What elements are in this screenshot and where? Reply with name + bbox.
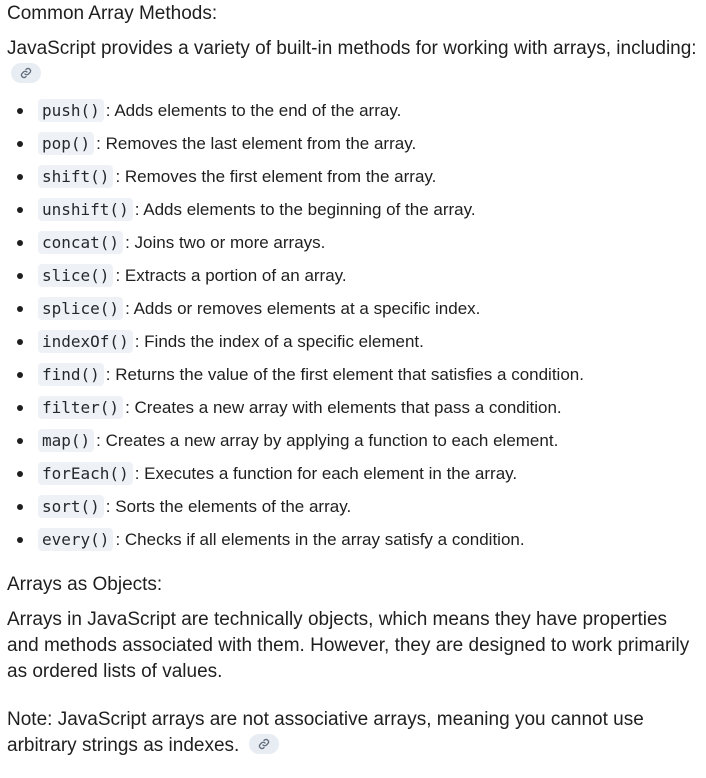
method-name: indexOf() (38, 330, 133, 353)
method-name: sort() (38, 495, 104, 518)
intro-text: JavaScript provides a variety of built-i… (7, 38, 697, 59)
method-separator: : (96, 134, 101, 153)
method-name: shift() (38, 165, 114, 188)
method-description: Adds elements to the end of the array. (114, 101, 402, 120)
section-heading-methods: Common Array Methods: (7, 3, 218, 24)
method-name: slice() (38, 264, 114, 287)
method-name: splice() (38, 297, 124, 320)
method-list-item: splice(): Adds or removes elements at a … (7, 292, 698, 325)
method-separator: : (115, 167, 121, 186)
method-description: Removes the first element from the array… (124, 167, 437, 186)
note-text: Note: JavaScript arrays are not associat… (7, 709, 644, 756)
method-list-item: filter(): Creates a new array with eleme… (7, 391, 698, 424)
methods-list: push(): Adds elements to the end of the … (7, 94, 698, 556)
link-icon (258, 738, 269, 750)
method-separator: : (105, 497, 111, 516)
source-link-chip[interactable] (248, 734, 279, 754)
bullet-icon (17, 504, 23, 510)
method-name: find() (38, 363, 104, 386)
method-list-item: unshift(): Adds elements to the beginnin… (7, 193, 698, 226)
method-separator: : (105, 365, 111, 384)
method-description: Creates a new array with elements that p… (134, 398, 562, 417)
method-description: Checks if all elements in the array sati… (124, 530, 525, 549)
method-name: unshift() (38, 198, 133, 221)
method-list-item: find(): Returns the value of the first e… (7, 358, 698, 391)
method-list-item: sort(): Sorts the elements of the array. (7, 490, 698, 523)
method-description: Extracts a portion of an array. (124, 266, 347, 285)
bullet-icon (17, 174, 23, 180)
bullet-icon (17, 240, 23, 246)
method-list-item: pop(): Removes the last element from the… (7, 127, 698, 160)
method-separator: : (105, 101, 111, 120)
method-name: forEach() (38, 462, 133, 485)
bullet-icon (17, 306, 23, 312)
bullet-icon (17, 141, 23, 147)
answer-content: Common Array Methods: JavaScript provide… (0, 2, 706, 759)
method-list-item: indexOf(): Finds the index of a specific… (7, 325, 698, 358)
method-separator: : (134, 464, 140, 483)
method-separator: : (134, 332, 140, 351)
method-name: map() (38, 429, 95, 452)
method-separator: : (134, 200, 140, 219)
objects-paragraph: Arrays in JavaScript are technically obj… (7, 609, 690, 682)
intro-paragraph: JavaScript provides a variety of built-i… (7, 36, 698, 88)
method-list-item: concat(): Joins two or more arrays. (7, 226, 698, 259)
method-name: push() (38, 99, 104, 122)
bullet-icon (17, 405, 23, 411)
method-list-item: forEach(): Executes a function for each … (7, 457, 698, 490)
method-name: filter() (38, 396, 124, 419)
method-list-item: push(): Adds elements to the end of the … (7, 94, 698, 127)
bullet-icon (17, 537, 23, 543)
bullet-icon (17, 438, 23, 444)
bullet-icon (17, 471, 23, 477)
method-name: pop() (38, 132, 95, 155)
method-separator: : (96, 431, 101, 450)
method-name: every() (38, 528, 114, 551)
method-separator: : (125, 299, 130, 318)
bullet-icon (17, 273, 23, 279)
method-description: Executes a function for each element in … (144, 464, 518, 483)
bullet-icon (17, 339, 23, 345)
method-description: Creates a new array by applying a functi… (105, 431, 559, 450)
method-description: Adds or removes elements at a specific i… (133, 299, 481, 318)
method-separator: : (125, 233, 130, 252)
method-description: Sorts the elements of the array. (115, 497, 352, 516)
method-description: Removes the last element from the array. (105, 134, 417, 153)
method-name: concat() (38, 231, 124, 254)
link-icon (20, 67, 32, 79)
method-separator: : (125, 398, 130, 417)
method-description: Returns the value of the first element t… (115, 365, 584, 384)
bullet-icon (17, 372, 23, 378)
source-link-chip[interactable] (11, 63, 41, 83)
bullet-icon (17, 108, 23, 114)
method-description: Finds the index of a specific element. (144, 332, 424, 351)
note-paragraph: Note: JavaScript arrays are not associat… (7, 707, 698, 759)
bullet-icon (17, 207, 23, 213)
section-heading-objects: Arrays as Objects: (7, 574, 163, 595)
method-separator: : (115, 530, 121, 549)
method-description: Adds elements to the beginning of the ar… (143, 200, 476, 219)
method-list-item: shift(): Removes the first element from … (7, 160, 698, 193)
method-separator: : (115, 266, 121, 285)
method-list-item: map(): Creates a new array by applying a… (7, 424, 698, 457)
method-list-item: slice(): Extracts a portion of an array. (7, 259, 698, 292)
method-description: Joins two or more arrays. (134, 233, 326, 252)
method-list-item: every(): Checks if all elements in the a… (7, 523, 698, 556)
